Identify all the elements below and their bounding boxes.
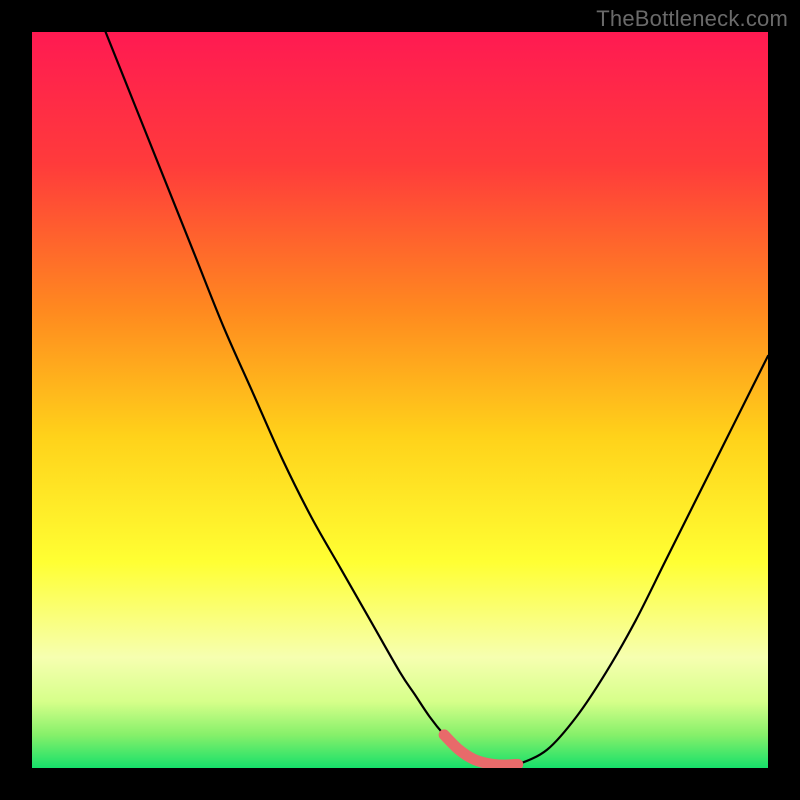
bottleneck-chart	[32, 32, 768, 768]
gradient-background	[32, 32, 768, 768]
plot-area	[32, 32, 768, 768]
chart-frame: TheBottleneck.com	[0, 0, 800, 800]
watermark-text: TheBottleneck.com	[596, 6, 788, 32]
